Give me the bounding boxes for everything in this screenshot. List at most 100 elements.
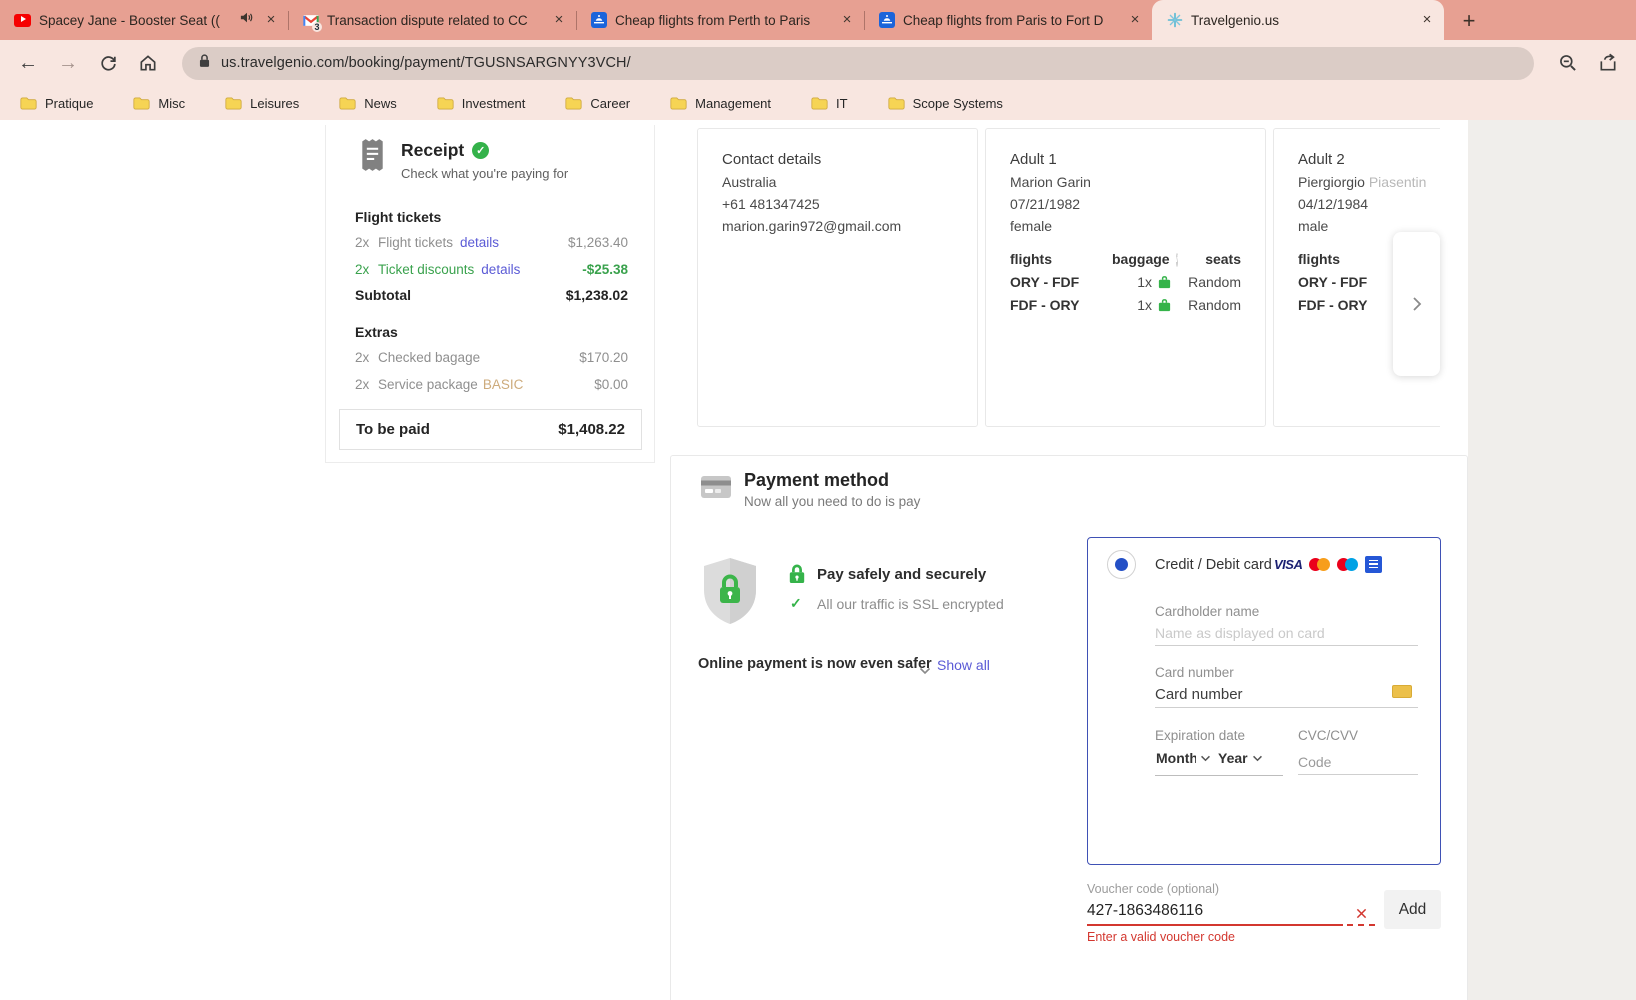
total-amount: $1,408.22 xyxy=(558,421,625,438)
tab-audio-icon[interactable] xyxy=(240,11,254,29)
credit-card-form: Credit / Debit card VISA Cardholder name… xyxy=(1087,537,1441,865)
voucher-clear-icon[interactable] xyxy=(1347,902,1375,926)
online-safer-label: Online payment is now even safer xyxy=(698,656,932,672)
card-brand-logos: VISA xyxy=(1274,555,1382,573)
voucher-add-button[interactable]: Add xyxy=(1384,890,1441,929)
bookmark-folder-it[interactable]: IT xyxy=(811,96,848,111)
passenger-flight-table: flights baggage i seats ORY - FDF 1x Ran… xyxy=(1010,248,1241,317)
bookmark-folder-management[interactable]: Management xyxy=(670,96,771,111)
flight-row: FDF - ORY 1x Random xyxy=(1010,294,1241,317)
service-package-tier-badge: BASIC xyxy=(483,377,524,392)
mastercard-logo xyxy=(1309,558,1330,571)
cvc-label: CVC/CVV xyxy=(1298,728,1358,743)
bookmark-folder-pratique[interactable]: Pratique xyxy=(20,96,93,111)
home-icon[interactable] xyxy=(136,51,160,75)
zoom-out-icon[interactable] xyxy=(1556,51,1580,75)
next-passenger-button[interactable] xyxy=(1393,232,1440,376)
bookmark-folder-news[interactable]: News xyxy=(339,96,397,111)
reload-icon[interactable] xyxy=(96,51,120,75)
details-link[interactable]: details xyxy=(481,262,520,277)
folder-icon xyxy=(225,97,242,110)
tab-title: Spacey Jane - Booster Seat (( xyxy=(39,13,232,28)
tab-title: Cheap flights from Paris to Fort D xyxy=(903,13,1118,28)
bookmark-folder-leisures[interactable]: Leisures xyxy=(225,96,299,111)
passenger-name: Marion Garin xyxy=(1010,171,1241,193)
ssl-encrypted-text: All our traffic is SSL encrypted xyxy=(817,596,1004,612)
bookmarks-bar: Pratique Misc Leisures News Investment C… xyxy=(0,86,1636,120)
share-icon[interactable] xyxy=(1596,51,1620,75)
tab-close-icon[interactable]: × xyxy=(1126,11,1144,29)
expiration-underline xyxy=(1155,775,1283,776)
receipt-panel: Receipt ✓ Check what you're paying for F… xyxy=(325,125,655,463)
tab-flights-perth-paris[interactable]: Cheap flights from Perth to Paris × xyxy=(576,0,864,40)
page-background-strip xyxy=(1468,120,1636,1000)
tab-close-icon[interactable]: × xyxy=(550,11,568,29)
tab-gmail[interactable]: 3 Transaction dispute related to CC × xyxy=(288,0,576,40)
ssl-check-icon: ✓ xyxy=(790,595,802,612)
total-to-be-paid: To be paid $1,408.22 xyxy=(339,409,642,450)
show-all-link[interactable]: Show all xyxy=(937,657,990,673)
cvc-input[interactable] xyxy=(1298,749,1418,775)
bookmark-folder-misc[interactable]: Misc xyxy=(133,96,185,111)
contact-email: marion.garin972@gmail.com xyxy=(722,215,953,237)
folder-icon xyxy=(670,97,687,110)
amex-logo xyxy=(1365,556,1382,573)
maestro-logo xyxy=(1337,558,1358,571)
chevron-right-icon xyxy=(1412,296,1422,312)
security-shield-icon xyxy=(698,556,762,631)
subtotal-amount: $1,238.02 xyxy=(566,287,628,303)
passenger-cards-row: Contact details Australia +61 481347425 … xyxy=(697,128,1440,428)
expiration-month-select[interactable]: Month xyxy=(1156,750,1216,766)
contact-country: Australia xyxy=(722,171,953,193)
bookmark-folder-career[interactable]: Career xyxy=(565,96,630,111)
tab-close-icon[interactable]: × xyxy=(262,11,280,29)
voucher-code-input[interactable] xyxy=(1087,898,1343,926)
forward-icon[interactable]: → xyxy=(56,51,80,75)
flight-row: ORY - FDF 1x Random xyxy=(1010,271,1241,294)
tab-title: Cheap flights from Perth to Paris xyxy=(615,13,830,28)
payment-subtitle: Now all you need to do is pay xyxy=(744,494,920,509)
expiration-year-select[interactable]: Year xyxy=(1218,750,1263,766)
cardholder-name-input[interactable] xyxy=(1155,621,1418,646)
url-text: us.travelgenio.com/booking/payment/TGUSN… xyxy=(221,55,631,71)
passenger-name: Piergiorgio Piasentin xyxy=(1298,171,1440,193)
bookmark-folder-investment[interactable]: Investment xyxy=(437,96,526,111)
receipt-section-flight-tickets: Flight tickets xyxy=(355,209,441,225)
row-amount: -$25.38 xyxy=(582,262,628,277)
chevron-down-icon xyxy=(1200,755,1211,762)
card-type-icon xyxy=(1392,685,1412,698)
card-number-input[interactable] xyxy=(1155,682,1418,708)
credit-card-icon xyxy=(701,476,731,503)
folder-icon xyxy=(565,97,582,110)
payment-method-panel: Payment method Now all you need to do is… xyxy=(670,455,1468,1000)
tab-close-icon[interactable]: × xyxy=(838,11,856,29)
bookmark-folder-scope-systems[interactable]: Scope Systems xyxy=(888,96,1003,111)
receipt-check-icon: ✓ xyxy=(472,142,489,159)
browser-tab-bar: Spacey Jane - Booster Seat (( × 3 Transa… xyxy=(0,0,1636,40)
travelgenio-icon xyxy=(1166,12,1183,29)
visa-logo: VISA xyxy=(1274,557,1302,572)
folder-icon xyxy=(888,97,905,110)
receipt-row-service-package: 2x Service package BASIC $0.00 xyxy=(355,377,628,392)
browser-toolbar: ← → us.travelgenio.com/booking/payment/T… xyxy=(0,40,1636,86)
back-icon[interactable]: ← xyxy=(16,51,40,75)
tab-close-icon[interactable]: × xyxy=(1418,11,1436,29)
folder-icon xyxy=(20,97,37,110)
folder-icon xyxy=(133,97,150,110)
lock-icon xyxy=(198,53,211,74)
receipt-subtotal-row: Subtotal $1,238.02 xyxy=(355,287,628,303)
folder-icon xyxy=(437,97,454,110)
tab-flights-paris-fort[interactable]: Cheap flights from Paris to Fort D × xyxy=(864,0,1152,40)
tab-youtube[interactable]: Spacey Jane - Booster Seat (( × xyxy=(0,0,288,40)
receipt-row-flight-tickets: 2x Flight tickets details $1,263.40 xyxy=(355,235,628,250)
address-bar[interactable]: us.travelgenio.com/booking/payment/TGUSN… xyxy=(182,47,1534,80)
folder-icon xyxy=(339,97,356,110)
baggage-info-icon[interactable]: i xyxy=(1176,253,1179,267)
receipt-icon xyxy=(360,138,385,177)
tab-travelgenio-active[interactable]: Travelgenio.us × xyxy=(1152,0,1444,40)
new-tab-button[interactable]: + xyxy=(1454,6,1484,36)
credit-card-radio[interactable] xyxy=(1107,550,1136,579)
details-link[interactable]: details xyxy=(460,235,499,250)
voucher-code-label: Voucher code (optional) xyxy=(1087,882,1219,896)
pay-safely-title: Pay safely and securely xyxy=(817,566,986,583)
